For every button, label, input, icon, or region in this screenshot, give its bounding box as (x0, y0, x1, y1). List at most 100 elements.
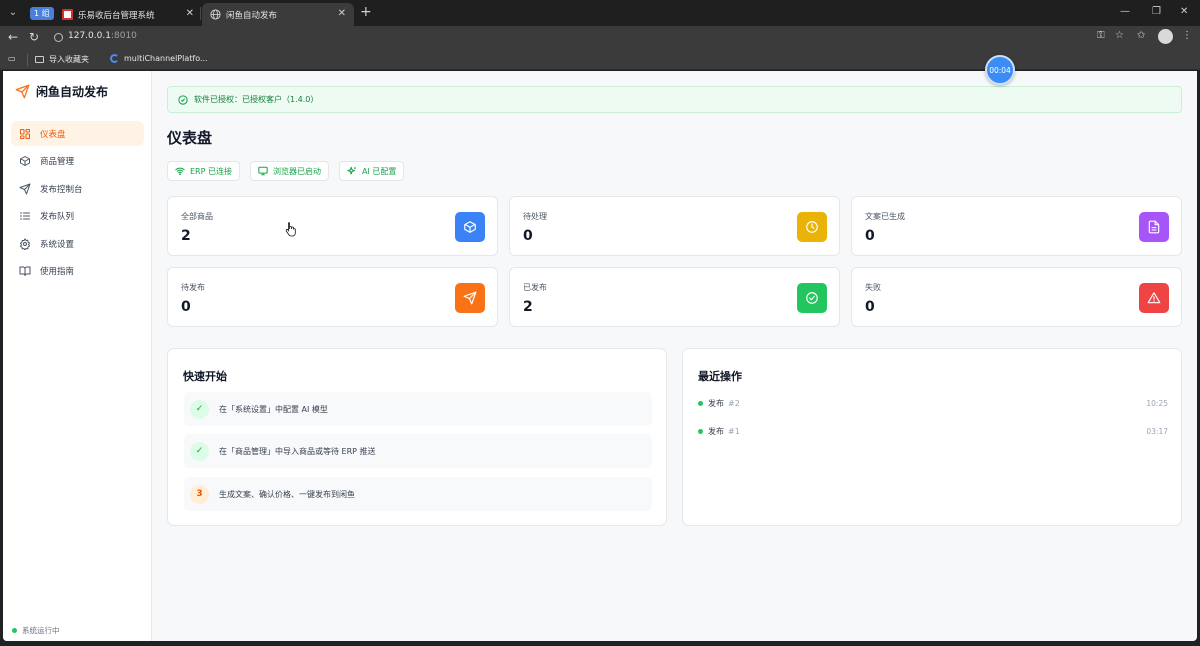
page-title: 仪表盘 (167, 129, 213, 147)
hand-cursor-icon (285, 222, 296, 237)
url-input[interactable] (48, 29, 1158, 47)
favorites-icon[interactable]: ✩ (1137, 30, 1145, 41)
profile-avatar[interactable] (1158, 29, 1173, 44)
warning-icon (1147, 292, 1161, 304)
sidebar-item-label: 系统设置 (40, 239, 75, 250)
more-menu-icon[interactable]: ⋮ (1182, 30, 1192, 41)
stat-card-copy-generated: 文案已生成 0 (851, 196, 1182, 256)
star-icon[interactable]: ☆ (1115, 30, 1124, 41)
sidebar-item-products[interactable]: 商品管理 (11, 149, 144, 174)
sidebar-item-label: 使用指南 (40, 267, 75, 277)
stat-icon-badge (797, 283, 827, 313)
stat-value: 2 (523, 299, 533, 315)
stat-label: 文案已生成 (865, 212, 905, 221)
check-circle-icon (806, 292, 818, 304)
quick-start-step: 3 生成文案、确认价格、一键发布到闲鱼 (184, 477, 652, 511)
activity-time: 10:25 (1146, 398, 1168, 408)
reload-icon[interactable]: ↻ (29, 30, 39, 44)
quick-start-step: ✓ 在「商品管理」中导入商品或等待 ERP 推送 (184, 434, 652, 468)
check-circle-icon (178, 94, 188, 105)
sidebar: 闲鱼自动发布 仪表盘 商品管理 发布控制台 发布队列 系统设置 使用指南 系统运… (3, 71, 152, 641)
list-item: 发布 #1 03:17 (698, 424, 1168, 438)
tab-title: 闲鱼自动发布 (226, 10, 278, 21)
chip-label: AI 已配置 (361, 166, 397, 176)
stat-card-published: 已发布 2 (509, 267, 840, 327)
quick-start-step: ✓ 在「系统设置」中配置 AI 模型 (184, 392, 652, 426)
window-close-icon[interactable]: ✕ (1180, 6, 1188, 17)
reading-list-icon[interactable]: ▭ (8, 54, 16, 63)
activity-time: 03:17 (1146, 426, 1168, 436)
license-text: 软件已授权：已授权客户（1.4.0） (194, 95, 319, 104)
tab-list-chevron-icon[interactable]: ⌄ (5, 5, 21, 21)
bookmarks-bar: ▭ 导入收藏夹 multiChannelPlatfo... (0, 50, 1200, 70)
sidebar-item-label: 发布控制台 (40, 184, 83, 195)
url-port: :8010 (110, 31, 137, 41)
box-icon (20, 156, 30, 166)
main-content: 软件已授权：已授权客户（1.4.0） 仪表盘 ERP 已连接 浏览器已启动 AI… (167, 71, 1183, 641)
sidebar-item-dashboard[interactable]: 仪表盘 (11, 121, 144, 146)
browser-tab-xianyu[interactable]: 闲鱼自动发布 ✕ (202, 3, 354, 26)
sidebar-item-publish-queue[interactable]: 发布队列 (11, 204, 144, 229)
list-icon (20, 212, 30, 220)
step-check-icon: ✓ (190, 441, 209, 461)
step-text: 生成文案、确认价格、一键发布到闲鱼 (219, 489, 355, 499)
stat-icon-badge (455, 283, 485, 313)
stat-label: 待处理 (523, 212, 547, 221)
close-tab-icon[interactable]: ✕ (186, 8, 194, 19)
step-check-icon: ✓ (190, 399, 209, 419)
bookmark-divider (27, 54, 28, 66)
globe-icon (210, 9, 221, 20)
site-info-icon[interactable] (54, 33, 63, 42)
activity-action: 发布 (708, 398, 724, 408)
activity-action: 发布 (708, 426, 724, 436)
status-chips: ERP 已连接 浏览器已启动 AI 已配置 (167, 161, 414, 181)
quick-start-card: 快速开始 ✓ 在「系统设置」中配置 AI 模型 ✓ 在「商品管理」中导入商品或等… (167, 348, 667, 526)
bookmark-import[interactable]: 导入收藏夹 (35, 54, 89, 65)
send-icon (19, 183, 31, 194)
erp-status-chip: ERP 已连接 (167, 161, 240, 181)
send-logo-icon (15, 84, 30, 99)
stat-value: 2 (181, 228, 191, 244)
bookmark-multichannel[interactable]: multiChannelPlatfo... (110, 54, 208, 63)
timer-bubble[interactable]: 00:04 (985, 55, 1015, 85)
close-tab-icon[interactable]: ✕ (338, 8, 346, 19)
wifi-icon (175, 167, 185, 176)
ai-status-chip: AI 已配置 (338, 161, 405, 181)
key-icon[interactable]: ⚿ (1097, 30, 1105, 41)
tab-group-badge[interactable]: 1 组 (30, 7, 54, 20)
clock-icon (806, 221, 818, 233)
browser-tab-bar: ⌄ 1 组 乐易收后台管理系统 ✕ 闲鱼自动发布 ✕ + — ❐ ✕ (0, 0, 1200, 26)
address-bar: ← ↻ (0, 26, 1200, 50)
status-dot-icon (698, 400, 703, 406)
back-arrow-icon[interactable]: ← (8, 30, 18, 44)
stat-card-all-products: 全部商品 2 (167, 196, 498, 256)
grid-icon (20, 128, 30, 139)
card-title: 最近操作 (698, 370, 742, 383)
activity-id: #1 (728, 426, 740, 436)
url-text: 127.0.0.1:8010 (68, 31, 137, 41)
sidebar-item-guide[interactable]: 使用指南 (11, 259, 144, 284)
stat-icon-badge (1139, 212, 1169, 242)
system-status: 系统运行中 (12, 625, 60, 636)
sidebar-item-label: 商品管理 (40, 157, 75, 167)
sidebar-nav: 仪表盘 商品管理 发布控制台 发布队列 系统设置 使用指南 (11, 121, 144, 286)
list-item: 发布 #2 10:25 (698, 396, 1168, 410)
stat-card-failed: 失败 0 (851, 267, 1182, 327)
new-tab-plus-icon[interactable]: + (360, 4, 372, 20)
stat-value: 0 (865, 228, 875, 244)
sidebar-item-publish-console[interactable]: 发布控制台 (11, 176, 144, 201)
sidebar-item-settings[interactable]: 系统设置 (11, 231, 144, 256)
minimize-icon[interactable]: — (1120, 6, 1130, 17)
sparkles-icon (347, 166, 356, 175)
card-title: 快速开始 (183, 370, 227, 383)
stat-icon-badge (797, 212, 827, 242)
folder-icon (35, 56, 44, 63)
chip-label: 浏览器已启动 (272, 166, 321, 176)
site-logo-icon (110, 54, 119, 63)
book-icon (19, 266, 31, 276)
tab-divider (200, 7, 201, 20)
browser-tab-admin[interactable]: 乐易收后台管理系统 ✕ (54, 3, 202, 26)
stat-label: 失败 (865, 283, 881, 292)
stat-icon-badge (455, 212, 485, 242)
restore-icon[interactable]: ❐ (1152, 6, 1161, 17)
